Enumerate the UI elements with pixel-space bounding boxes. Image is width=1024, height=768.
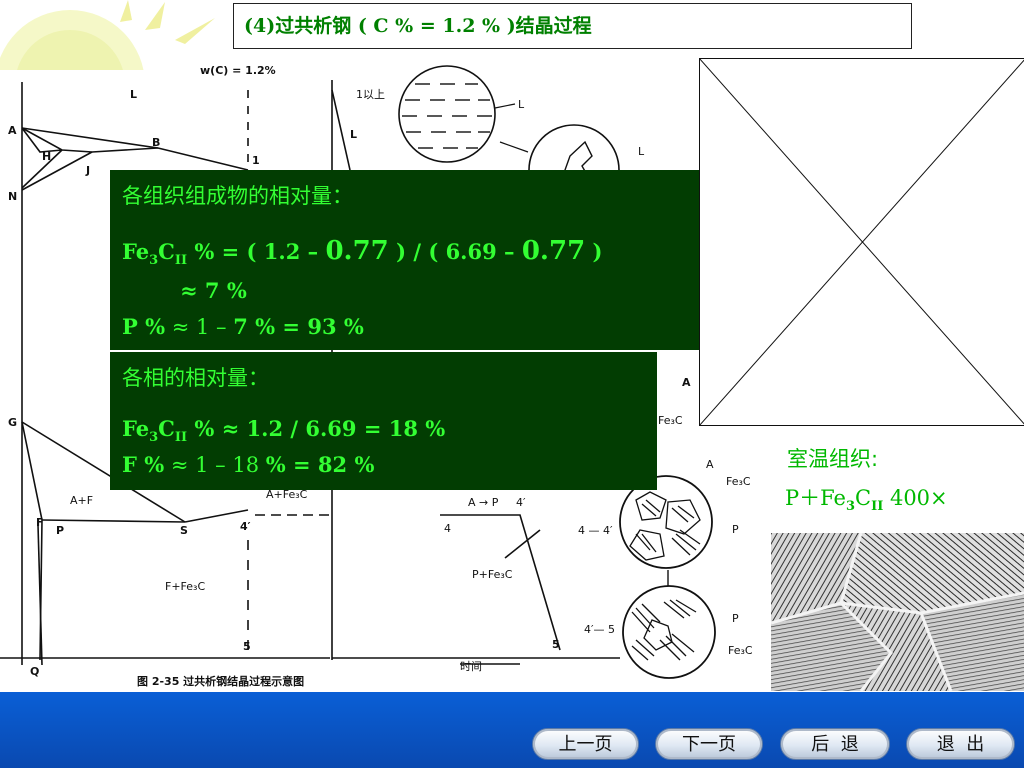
curve-label-4p: 4′ [516,496,526,509]
range-4-4p: 4 — 4′ [578,524,613,537]
label-L: L [130,88,137,101]
panel1-heading: 各组织组成物的相对量： [122,184,353,208]
label-J: J [85,164,90,177]
label-Q: Q [30,665,39,678]
label-B: B [152,136,160,149]
label-A: A [8,124,17,137]
panel1-formula-1: Fe3CII % = ( 1.2 – 0.77 ) / ( 6.69 – 0.7… [122,236,603,269]
time-label: 时间 [460,660,482,673]
panel1-formula-2: ≈ 7 % [180,278,247,303]
label-A-F: A+F [70,494,93,507]
label-P-Fe3C: P+Fe₃C [472,568,513,581]
curve-label-5: 5 [552,638,560,651]
curve-label-L: L [350,128,357,141]
pearlite-circle-2 [622,585,716,679]
panel2-formula-2: F % ≈ 1 – 18 % = 82 % [122,452,375,477]
room-temp-structure-formula: P＋Fe3CII 400× [785,486,948,515]
label-above-1: 1以上 [356,88,385,101]
side-label-Fe3C: Fe₃C [658,414,683,427]
label-5: 5 [243,640,251,653]
room-temp-structure-label: 室温组织: [787,447,879,471]
image-placeholder [699,58,1024,426]
label-F-Fe3C: F+Fe₃C [165,580,205,593]
next-page-button[interactable]: 下一页 [655,728,763,760]
relative-amount-constituents-panel: 各组织组成物的相对量： Fe3CII % = ( 1.2 – 0.77 ) / … [110,170,700,350]
slide-title: (4)过共析钢 ( C % = 1.2 % )结晶过程 [244,15,592,37]
label-F: F [36,516,44,529]
label-S: S [180,524,188,537]
curve-label-4: 4 [444,522,451,535]
range-4p-5: 4′— 5 [584,623,615,636]
figure-caption: 图 2-35 过共析钢结晶过程示意图 [137,674,304,688]
exit-button[interactable]: 退 出 [906,728,1015,760]
panel2-formula-1: Fe3CII % ≈ 1.2 / 6.69 = 18 % [122,416,446,446]
liquid-circle-1 [398,65,516,163]
label-G: G [8,416,17,429]
label-A-to-P: A → P [468,496,499,509]
relative-amount-phases-panel: 各相的相对量： Fe3CII % ≈ 1.2 / 6.69 = 18 % F %… [110,352,657,490]
circle3-label-Fe3C: Fe₃C [726,475,751,488]
previous-page-button[interactable]: 上一页 [532,728,639,760]
label-N: N [8,190,17,203]
circle3-label-P: P [732,523,739,536]
circle1-label-L: L [518,98,525,111]
panel2-heading: 各相的相对量： [122,366,269,390]
circle2-label-L: L [638,145,645,158]
circle3-label-A: A [706,458,714,471]
label-1: 1 [252,154,260,167]
micrograph-image [771,533,1024,691]
circle4-label-P: P [732,612,739,625]
back-button[interactable]: 后 退 [780,728,890,760]
label-H: H [42,150,51,163]
curve-label-A: A [682,376,691,389]
top-carbon-label: w(C) = 1.2% [200,64,276,77]
title-box: (4)过共析钢 ( C % = 1.2 % )结晶过程 [233,3,912,49]
circle4-label-Fe3C: Fe₃C [728,644,753,657]
label-4p: 4′ [240,520,251,533]
panel1-formula-3: P % ≈ 1 – 7 % = 93 % [122,314,364,339]
label-P: P [56,524,64,537]
